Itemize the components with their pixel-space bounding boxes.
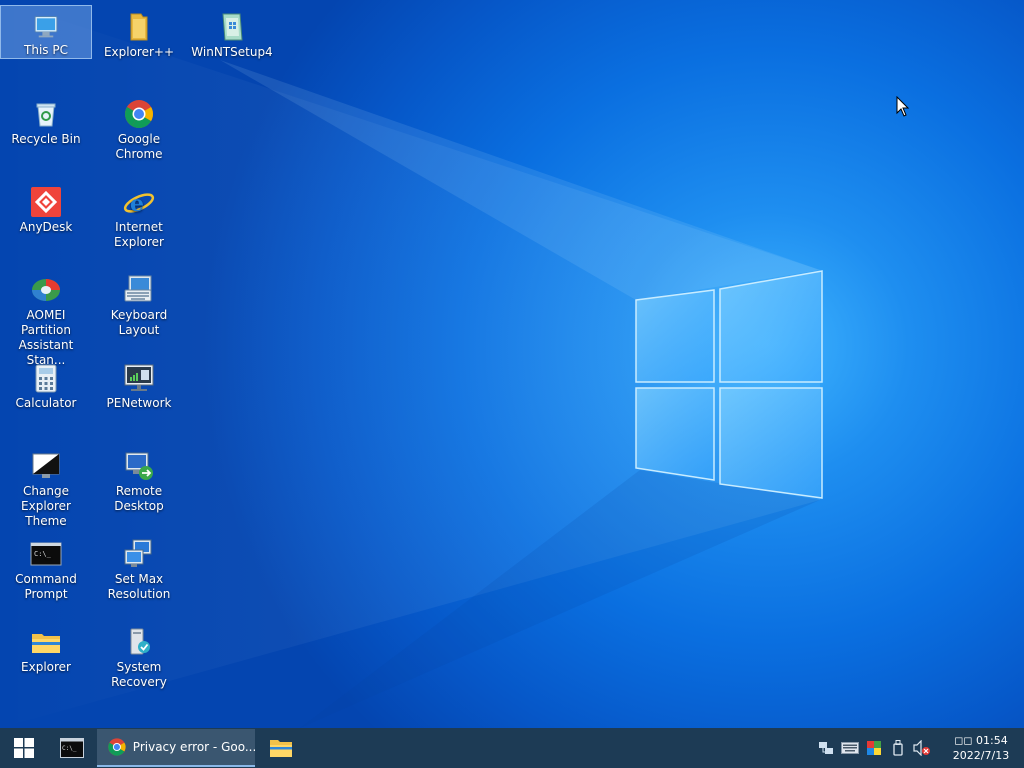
taskbar: C:\_ Privacy error - Goo... ◻◻ 01:54 202… <box>0 728 1024 768</box>
winntsetup-icon <box>222 13 243 41</box>
change-explorer-theme-shortcut[interactable]: Change Explorer Theme <box>0 444 92 529</box>
svg-text:e: e <box>130 191 144 217</box>
remote-desktop-icon <box>125 452 153 480</box>
taskbar-clock[interactable]: ◻◻ 01:54 2022/7/13 <box>938 733 1024 763</box>
icon-label: Remote Desktop <box>114 484 164 513</box>
icon-label: This PC <box>24 43 68 57</box>
clock-time: ◻◻ 01:54 <box>954 734 1008 747</box>
tray-network[interactable] <box>814 728 838 768</box>
winntsetup-shortcut[interactable]: WinNTSetup4 <box>186 5 278 60</box>
recycle-bin-icon <box>36 103 56 127</box>
icon-label: Command Prompt <box>15 572 77 601</box>
color-display-icon <box>867 741 881 755</box>
taskbar-chrome-window[interactable]: Privacy error - Goo... <box>97 729 255 767</box>
start-button[interactable] <box>0 728 48 768</box>
aomei-partition-shortcut[interactable]: AOMEI Partition Assistant Stan... <box>0 268 92 368</box>
icon-label: Explorer++ <box>103 45 175 59</box>
system-recovery-shortcut[interactable]: System Recovery <box>93 620 185 690</box>
recycle-bin-shortcut[interactable]: Recycle Bin <box>0 92 92 147</box>
svg-text:C:\_: C:\_ <box>62 745 77 752</box>
clock-date: 2022/7/13 <box>952 749 1010 762</box>
set-max-resolution-shortcut[interactable]: Set Max Resolution <box>93 532 185 602</box>
folder-icon <box>32 634 60 653</box>
chrome-icon <box>125 100 153 128</box>
tray-keyboard[interactable] <box>838 728 862 768</box>
terminal-icon: C:\_ <box>60 738 84 758</box>
folder-icon <box>270 740 292 757</box>
svg-text:C:\_: C:\_ <box>34 550 52 558</box>
taskbar-window-title: Privacy error - Goo... <box>132 740 255 754</box>
windows-logo-icon <box>14 738 34 758</box>
internet-explorer-icon: e <box>123 191 155 217</box>
keyboard-layout-shortcut[interactable]: Keyboard Layout <box>93 268 185 338</box>
internet-explorer-shortcut[interactable]: e Internet Explorer <box>93 180 185 250</box>
keyboard-icon <box>841 742 859 754</box>
explorer-shortcut[interactable]: Explorer <box>0 620 92 675</box>
icon-label: AnyDesk <box>19 220 73 234</box>
anydesk-shortcut[interactable]: AnyDesk <box>0 180 92 235</box>
explorer-plus-plus-shortcut[interactable]: Explorer++ <box>93 5 185 60</box>
icon-label: PENetwork <box>106 396 172 410</box>
icon-label: Google Chrome <box>115 132 163 161</box>
icon-label: Internet Explorer <box>114 220 164 249</box>
terminal-icon: C:\_ <box>30 542 62 566</box>
keyboard-icon <box>124 275 152 302</box>
computer-icon <box>34 16 58 38</box>
this-pc-shortcut[interactable]: This PC <box>0 5 92 59</box>
icon-label: System Recovery <box>111 660 167 689</box>
icon-label: Set Max Resolution <box>107 572 171 601</box>
penetwork-shortcut[interactable]: PENetwork <box>93 356 185 411</box>
icon-label: Explorer <box>21 660 71 674</box>
remote-desktop-shortcut[interactable]: Remote Desktop <box>93 444 185 514</box>
tray-volume[interactable] <box>910 728 934 768</box>
taskbar-command-prompt[interactable]: C:\_ <box>48 728 96 768</box>
tray-display[interactable] <box>862 728 886 768</box>
system-recovery-icon <box>130 628 150 655</box>
network-icon <box>819 742 833 754</box>
usb-drive-icon <box>893 740 903 756</box>
command-prompt-shortcut[interactable]: C:\_ Command Prompt <box>0 532 92 602</box>
google-chrome-shortcut[interactable]: Google Chrome <box>93 92 185 162</box>
mouse-cursor <box>896 96 910 117</box>
calculator-shortcut[interactable]: Calculator <box>0 356 92 411</box>
icon-label: Calculator <box>15 396 77 410</box>
network-icon <box>124 364 154 391</box>
anydesk-icon <box>31 187 61 217</box>
theme-icon <box>32 453 60 478</box>
taskbar-file-explorer[interactable] <box>257 728 305 768</box>
chrome-icon <box>108 738 126 756</box>
aomei-partition-icon <box>32 279 60 301</box>
display-settings-icon <box>124 539 152 567</box>
volume-muted-icon <box>913 740 930 756</box>
icon-label: Recycle Bin <box>11 132 81 146</box>
tray-usb[interactable] <box>886 728 910 768</box>
system-tray: ◻◻ 01:54 2022/7/13 <box>814 728 1024 768</box>
folder-icon <box>130 13 148 41</box>
calculator-icon <box>35 364 57 393</box>
icon-label: Change Explorer Theme <box>21 484 71 528</box>
icon-label: WinNTSetup4 <box>191 45 273 59</box>
icon-label: Keyboard Layout <box>110 308 168 337</box>
